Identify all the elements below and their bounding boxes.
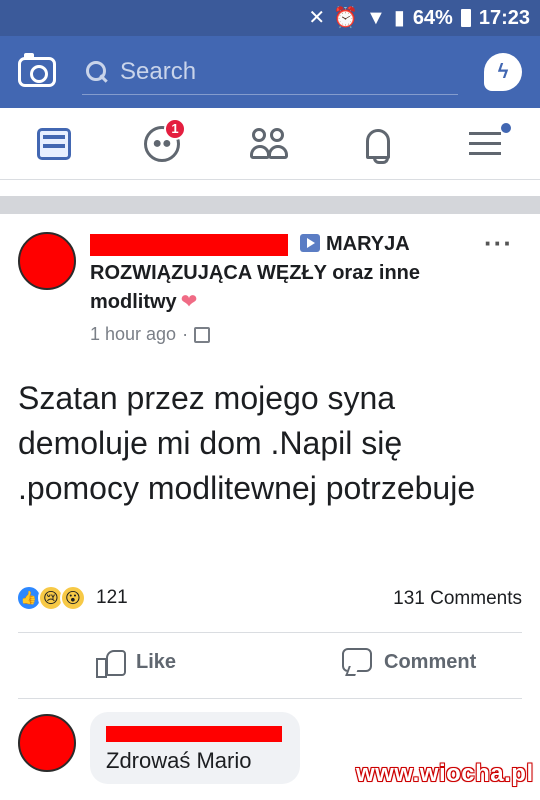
- feed-separator: [0, 196, 540, 214]
- post-author-avatar[interactable]: [18, 232, 76, 290]
- clock: 17:23: [478, 6, 530, 29]
- thumbs-up-icon: [96, 648, 126, 678]
- heart-icon: ❤: [180, 291, 198, 313]
- search-icon: [86, 60, 108, 83]
- tab-friends[interactable]: [240, 114, 300, 174]
- page-name-line1[interactable]: MARYJA: [326, 233, 410, 255]
- groups-badge: 1: [164, 117, 186, 140]
- top-header: Search ϟ: [0, 36, 540, 108]
- menu-dot-indicator: [501, 122, 511, 133]
- post-more-options-button[interactable]: ···: [484, 228, 513, 259]
- friends-icon: [250, 127, 290, 160]
- divider-top: [18, 632, 522, 633]
- reactions-summary[interactable]: 👍 😢 😮 121: [16, 585, 128, 611]
- menu-icon: [469, 122, 511, 159]
- redacted-commenter-name: [106, 726, 282, 742]
- post-text: Szatan przez mojego syna demoluje mi dom…: [18, 380, 476, 506]
- page-name-line2[interactable]: ROZWIĄZUJĄCA WĘZŁY oraz inne: [90, 259, 470, 288]
- like-label: Like: [136, 650, 177, 673]
- signal-icon: ▮: [393, 7, 405, 29]
- comment-label: Comment: [384, 650, 477, 673]
- comments-count[interactable]: 131 Comments: [393, 588, 522, 610]
- page-arrow-icon: [300, 234, 320, 252]
- search-input[interactable]: Search: [82, 49, 458, 95]
- watermark: www.wiocha.pl: [356, 760, 534, 787]
- post-header: MARYJA ROZWIĄZUJĄCA WĘZŁY oraz inne modl…: [90, 230, 470, 317]
- alarm-icon: ⏰: [333, 7, 358, 29]
- like-button[interactable]: Like: [96, 648, 177, 678]
- reaction-count: 121: [96, 587, 128, 608]
- page-name-line3[interactable]: modlitwy: [90, 291, 177, 313]
- battery-icon: [460, 9, 471, 27]
- messenger-icon[interactable]: ϟ: [484, 53, 522, 91]
- notifications-icon: [363, 127, 393, 164]
- tab-bar: ●● 1: [0, 108, 540, 180]
- divider-bottom: [18, 698, 522, 699]
- tab-menu[interactable]: [456, 114, 516, 174]
- tab-notifications[interactable]: [348, 114, 408, 174]
- commenter-avatar[interactable]: [18, 714, 76, 772]
- comment-icon: [342, 648, 372, 676]
- news-feed-icon: [37, 127, 71, 160]
- meta-dot: ·: [182, 324, 189, 344]
- tab-news-feed[interactable]: [24, 114, 84, 174]
- mute-icon: ✕: [308, 7, 326, 29]
- post-meta: 1 hour ago ·: [90, 324, 211, 345]
- battery-percent: 64%: [412, 6, 453, 29]
- audience-icon: [194, 326, 211, 343]
- comment-button[interactable]: Comment: [342, 648, 476, 676]
- wifi-icon: ▼: [366, 7, 386, 29]
- search-placeholder: Search: [120, 57, 197, 85]
- wow-reaction-icon: 😮: [60, 585, 86, 611]
- camera-icon[interactable]: [18, 53, 56, 87]
- post-timestamp[interactable]: 1 hour ago: [90, 324, 176, 345]
- tab-groups[interactable]: ●● 1: [132, 114, 192, 174]
- status-bar: ✕ ⏰ ▼ ▮ 64% 17:23: [0, 0, 540, 36]
- comment-text: Zdrowaś Mario: [106, 748, 252, 773]
